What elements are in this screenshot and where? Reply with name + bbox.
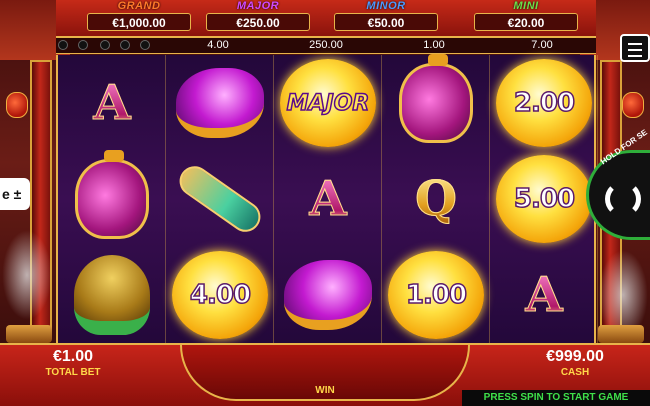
lantern-icon (622, 92, 644, 118)
coin-value: 1.00 (405, 279, 468, 311)
jackpot-minor: MINOR €50.00 (331, 0, 441, 32)
fish-icon (176, 68, 264, 138)
jackpot-value: €20.00 (474, 13, 578, 31)
total-bet-display: €1.00 TOTAL BET (28, 347, 118, 379)
stake-dot (140, 40, 150, 50)
slot-game-screen: GRAND €1,000.00 MAJOR €250.00 MINOR €50.… (0, 0, 650, 406)
incense-pot (598, 325, 644, 343)
incense-smoke (2, 230, 52, 320)
bet-adjust-button[interactable]: e ± (0, 178, 30, 210)
symbol-letter-a: A (309, 171, 347, 228)
reel-symbol: 1.00 (382, 247, 490, 343)
reel-4: Q 1.00 (382, 54, 490, 343)
vase-icon (75, 150, 149, 239)
cash-display: €999.00 CASH (520, 347, 630, 379)
jackpot-value: €1,000.00 (87, 13, 191, 31)
coin-icon: 5.00 (496, 155, 592, 243)
stake-dot (58, 40, 68, 50)
reel-symbol (382, 54, 490, 151)
spin-icon (605, 181, 641, 217)
coin-value: 5.00 (513, 183, 576, 215)
total-bet-label: TOTAL BET (45, 367, 101, 378)
reel-2: 4.00 (166, 55, 274, 343)
menu-icon (628, 43, 642, 45)
reel-symbol: 2.00 (490, 55, 598, 151)
reel-symbol (166, 55, 274, 151)
jackpot-name: MINI (513, 0, 539, 12)
lantern-icon (6, 92, 28, 118)
incense-pot (6, 325, 52, 343)
stake-value: 250.00 (309, 39, 343, 51)
reel-symbol: 4.00 (166, 247, 274, 343)
jackpot-bar: GRAND €1,000.00 MAJOR €250.00 MINOR €50.… (56, 0, 596, 38)
stake-value: 7.00 (531, 39, 553, 51)
jackpot-name: MINOR (366, 0, 406, 12)
reel-symbol (58, 150, 166, 247)
reel-symbol: Q (382, 151, 490, 247)
stake-row: 4.00 250.00 1.00 7.00 (56, 37, 596, 54)
stake-value: 1.00 (423, 39, 445, 51)
reel-symbol: A (490, 247, 598, 343)
reel-symbol (166, 151, 274, 247)
reel-3: MAJOR A (274, 55, 382, 343)
win-label: WIN (315, 385, 335, 396)
stake-dot (120, 40, 130, 50)
jackpot-value: €50.00 (334, 13, 438, 31)
reel-symbol: MAJOR (274, 55, 382, 151)
press-spin-message: PRESS SPIN TO START GAME (462, 390, 650, 406)
ruyi-icon (173, 160, 267, 238)
jackpot-mini: MINI €20.00 (471, 0, 581, 32)
symbol-letter-q: Q (415, 171, 458, 228)
coin-icon: 1.00 (388, 251, 484, 339)
reel-5: 2.00 5.00 A (490, 55, 598, 343)
menu-button[interactable] (620, 34, 650, 62)
reel-symbol: A (58, 55, 166, 151)
reel-symbol: 5.00 (490, 151, 598, 247)
symbol-letter-a: A (93, 75, 131, 132)
stake-dot (78, 40, 88, 50)
jackpot-value: €250.00 (206, 13, 310, 31)
monkey-icon (74, 255, 150, 335)
symbol-letter-a: A (525, 267, 563, 324)
jackpot-grand: GRAND €1,000.00 (84, 0, 194, 32)
stake-value: 4.00 (207, 39, 229, 51)
win-panel: WIN (180, 345, 470, 401)
coin-value: 2.00 (513, 87, 576, 119)
reel-symbol (274, 247, 382, 343)
jackpot-name: GRAND (117, 0, 161, 12)
jackpot-major: MAJOR €250.00 (203, 0, 313, 32)
coin-value: 4.00 (189, 279, 252, 311)
reel-symbol (58, 247, 166, 343)
coin-jackpot-label: MAJOR (286, 90, 370, 117)
reel-grid: A 4.00 MAJOR A Q 1.00 2.00 5.00 A (56, 54, 598, 343)
cash-label: CASH (560, 367, 590, 378)
stake-dot (100, 40, 110, 50)
reel-symbol: A (274, 151, 382, 247)
fish-icon (284, 260, 372, 330)
cash-amount: €999.00 (546, 348, 604, 365)
coin-icon: 4.00 (172, 251, 268, 339)
total-bet-amount: €1.00 (52, 348, 94, 365)
vase-icon (399, 54, 473, 143)
reel-1: A (58, 55, 166, 343)
jackpot-name: MAJOR (236, 0, 280, 12)
coin-icon: 2.00 (496, 59, 592, 147)
coin-icon: MAJOR (280, 59, 376, 147)
